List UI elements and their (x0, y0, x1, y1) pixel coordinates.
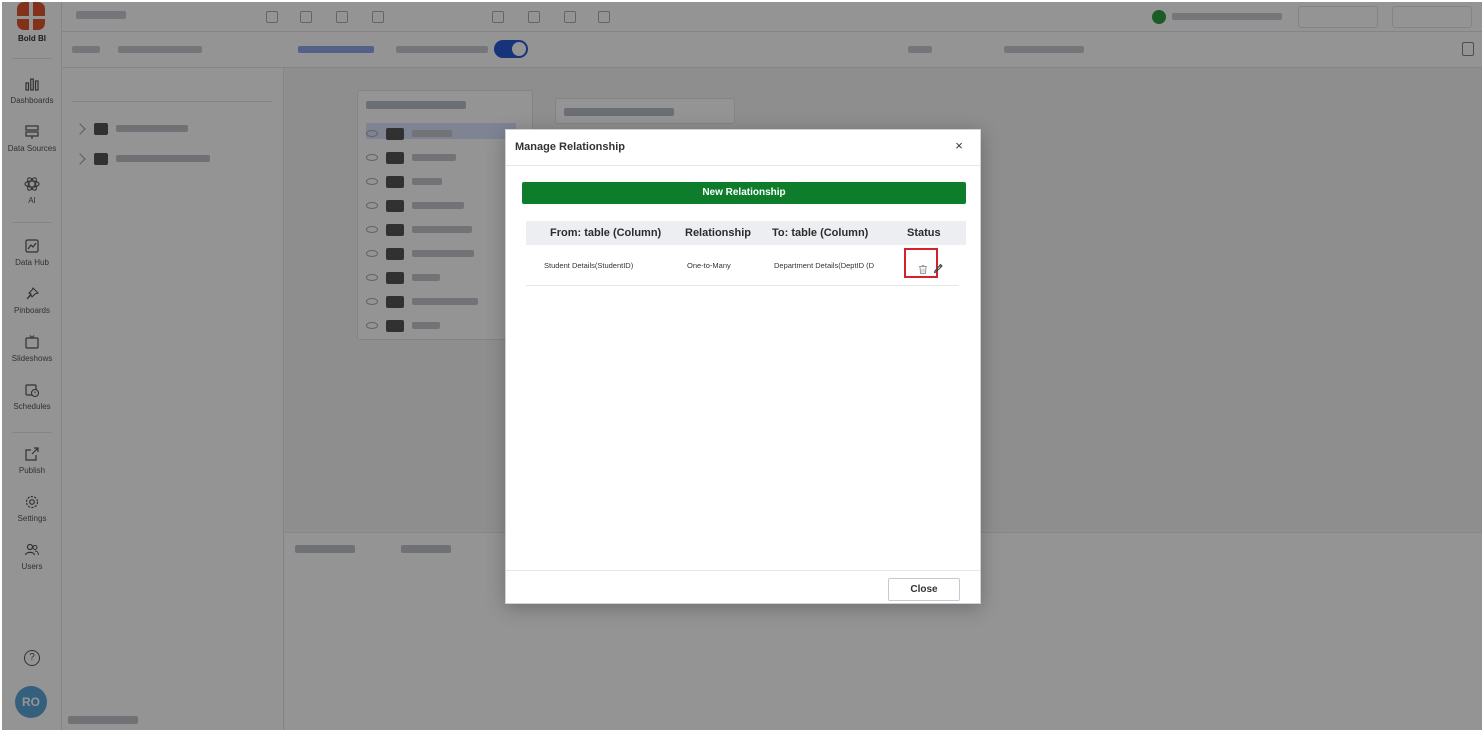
cell-to: Department Details(DeptID (D (774, 261, 875, 270)
new-relationship-button[interactable]: New Relationship (522, 182, 966, 204)
table-row[interactable]: Student Details(StudentID) One-to-Many D… (526, 245, 959, 286)
trash-icon[interactable] (919, 259, 927, 274)
column-header-status: Status (907, 227, 941, 239)
dialog-title: Manage Relationship (515, 141, 626, 153)
cell-from: Student Details(StudentID) (544, 261, 634, 270)
close-button[interactable]: Close (888, 578, 960, 601)
column-header-from: From: table (Column) (550, 227, 662, 239)
dialog-header: Manage Relationship × (506, 130, 980, 166)
close-icon[interactable]: × (952, 139, 966, 153)
manage-relationship-dialog: Manage Relationship × New Relationship F… (505, 129, 981, 604)
table-header: From: table (Column) Relationship To: ta… (526, 221, 966, 245)
relationship-table: From: table (Column) Relationship To: ta… (526, 221, 966, 286)
edit-pencil-icon[interactable] (933, 258, 943, 274)
column-header-to: To: table (Column) (772, 227, 869, 239)
cell-relationship: One-to-Many (687, 261, 731, 270)
dialog-footer: Close (506, 570, 980, 603)
column-header-relationship: Relationship (685, 227, 752, 239)
